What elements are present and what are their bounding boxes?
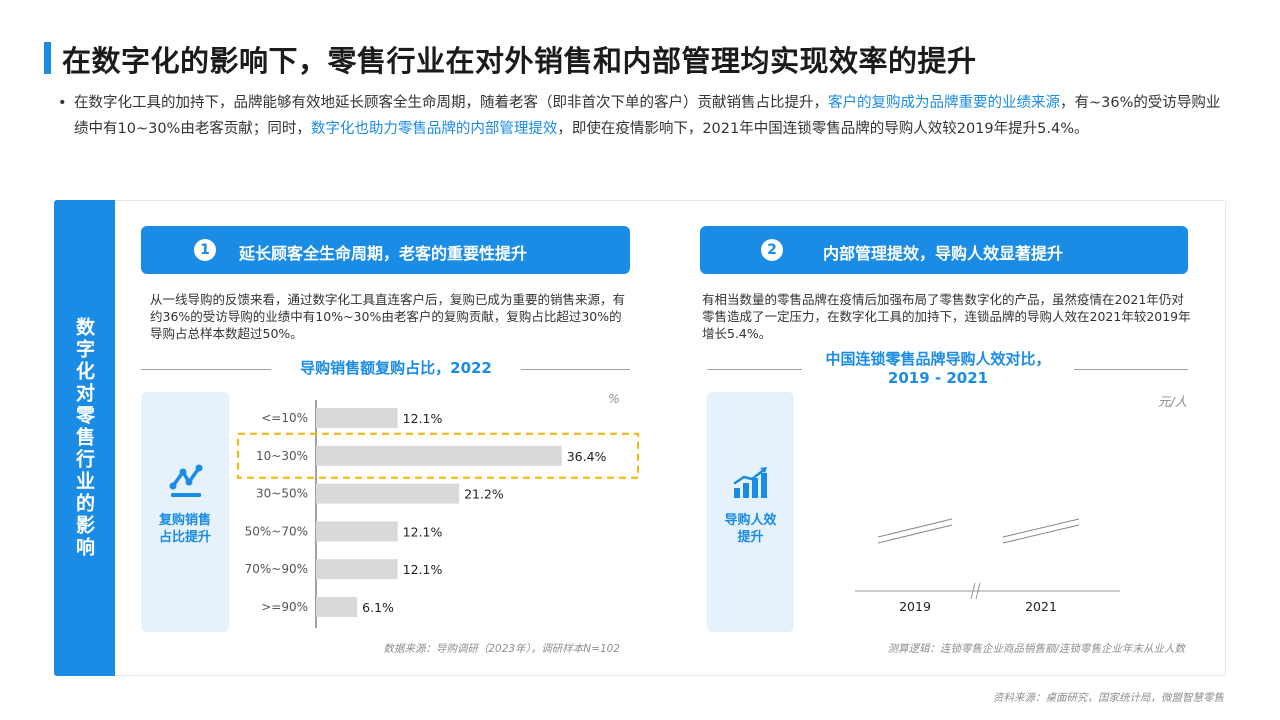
bar <box>316 408 398 428</box>
left-source: 数据来源：导购调研（2023年），调研样本N=102 <box>383 643 620 655</box>
productivity-bar-chart: 20192021+5.4% <box>855 518 1120 614</box>
left-icon-label-2: 占比提升 <box>158 530 211 545</box>
right-section-number: 2 <box>761 239 783 261</box>
category-label: >=90% <box>261 600 308 614</box>
left-title-rule-right <box>521 369 630 370</box>
left-icon-card: 复购销售 占比提升 <box>141 392 229 632</box>
page-title: 在数字化的影响下，零售行业在对外销售和内部管理均实现效率的提升 <box>62 44 977 78</box>
side-label: 数字化对零售行业的影响 <box>54 200 115 676</box>
category-label: <=10% <box>261 411 308 425</box>
right-source: 测算逻辑：连锁零售企业商品销售额/连锁零售企业年末从业人数 <box>887 643 1185 655</box>
repurchase-bar-chart: <=10% 12.1% 10~30% 36.4% 30~50% 21.2% 50%~70% 1… <box>237 400 639 628</box>
value-label: 21.2% <box>464 487 504 502</box>
right-chart-title-line-2: 2019 - 2021 <box>887 369 989 387</box>
right-icon-card: 导购人效 提升 <box>707 392 794 632</box>
growth-bar-chart-icon <box>733 467 767 498</box>
bar <box>316 597 358 617</box>
side-label-text: 数字化对零售行业的影响 <box>73 317 95 559</box>
value-label: 36.4% <box>567 449 607 464</box>
intro-highlight-1: 客户的复购成为品牌重要的业绩来源 <box>828 95 1060 111</box>
bar <box>316 521 398 542</box>
intro-highlight-2: 数字化也助力零售品牌的内部管理提效 <box>310 121 558 137</box>
right-title-rule-right <box>1074 369 1188 370</box>
category-label: 30~50% <box>256 487 308 501</box>
bar <box>316 445 562 466</box>
value-label: 12.1% <box>403 562 443 577</box>
right-title-rule-left <box>707 369 802 370</box>
intro-paragraph: • 在数字化工具的加持下，品牌能够有效地延长顾客全生命周期，随着老客（即非首次下… <box>58 90 1228 142</box>
intro-text-1: 在数字化工具的加持下，品牌能够有效地延长顾客全生命周期，随着老客（即非首次下单的… <box>74 95 828 111</box>
right-description: 有相当数量的零售品牌在疫情后加强布局了零售数字化的产品，虽然疫情在2021年仍对… <box>702 292 1191 341</box>
right-chart-title: 中国连锁零售品牌导购人效对比， 2019 - 2021 <box>802 350 1074 388</box>
repurchase-icon <box>169 464 203 497</box>
category-label: 10~30% <box>256 449 308 463</box>
right-icon-label-2: 提升 <box>737 530 764 545</box>
title-accent-bar <box>44 42 51 74</box>
category-label: 50%~70% <box>245 524 308 538</box>
right-section-heading: 内部管理提效，导购人效显著提升 <box>823 244 1064 263</box>
left-icon-label-1: 复购销售 <box>158 513 211 528</box>
right-section-header: 2 内部管理提效，导购人效显著提升 <box>700 226 1188 274</box>
footer-source: 资料来源：桌面研究，国家统计局，微盟智慧零售 <box>993 692 1224 704</box>
bar-break-gap <box>1003 519 1079 543</box>
intro-bullet: • <box>58 95 67 111</box>
left-section-header: 1 延长顾客全生命周期，老客的重要性提升 <box>141 226 630 274</box>
left-section-number: 1 <box>194 239 216 261</box>
category-label: 2019 <box>899 599 931 614</box>
category-label: 70%~90% <box>245 562 308 576</box>
left-chart-title: 导购销售额复购占比，2022 <box>300 359 492 377</box>
value-label: 12.1% <box>403 411 443 426</box>
category-label: 2021 <box>1025 599 1057 614</box>
right-chart-title-line-1: 中国连锁零售品牌导购人效对比， <box>825 350 1051 368</box>
value-label: 12.1% <box>403 524 443 539</box>
bar-break-gap <box>878 519 952 543</box>
left-description: 从一线导购的反馈来看，通过数字化工具直连客户后，复购已成为重要的销售来源，有约3… <box>150 292 626 341</box>
value-label: 6.1% <box>362 600 394 615</box>
bar <box>316 559 398 580</box>
intro-text-3: ，即使在疫情影响下，2021年中国连锁零售品牌的导购人效较2019年提升5.4%… <box>557 121 1089 137</box>
right-icon-label-1: 导购人效 <box>724 513 777 528</box>
left-title-rule-left <box>141 369 271 370</box>
bar <box>316 483 460 504</box>
left-section-heading: 延长顾客全生命周期，老客的重要性提升 <box>239 244 528 263</box>
